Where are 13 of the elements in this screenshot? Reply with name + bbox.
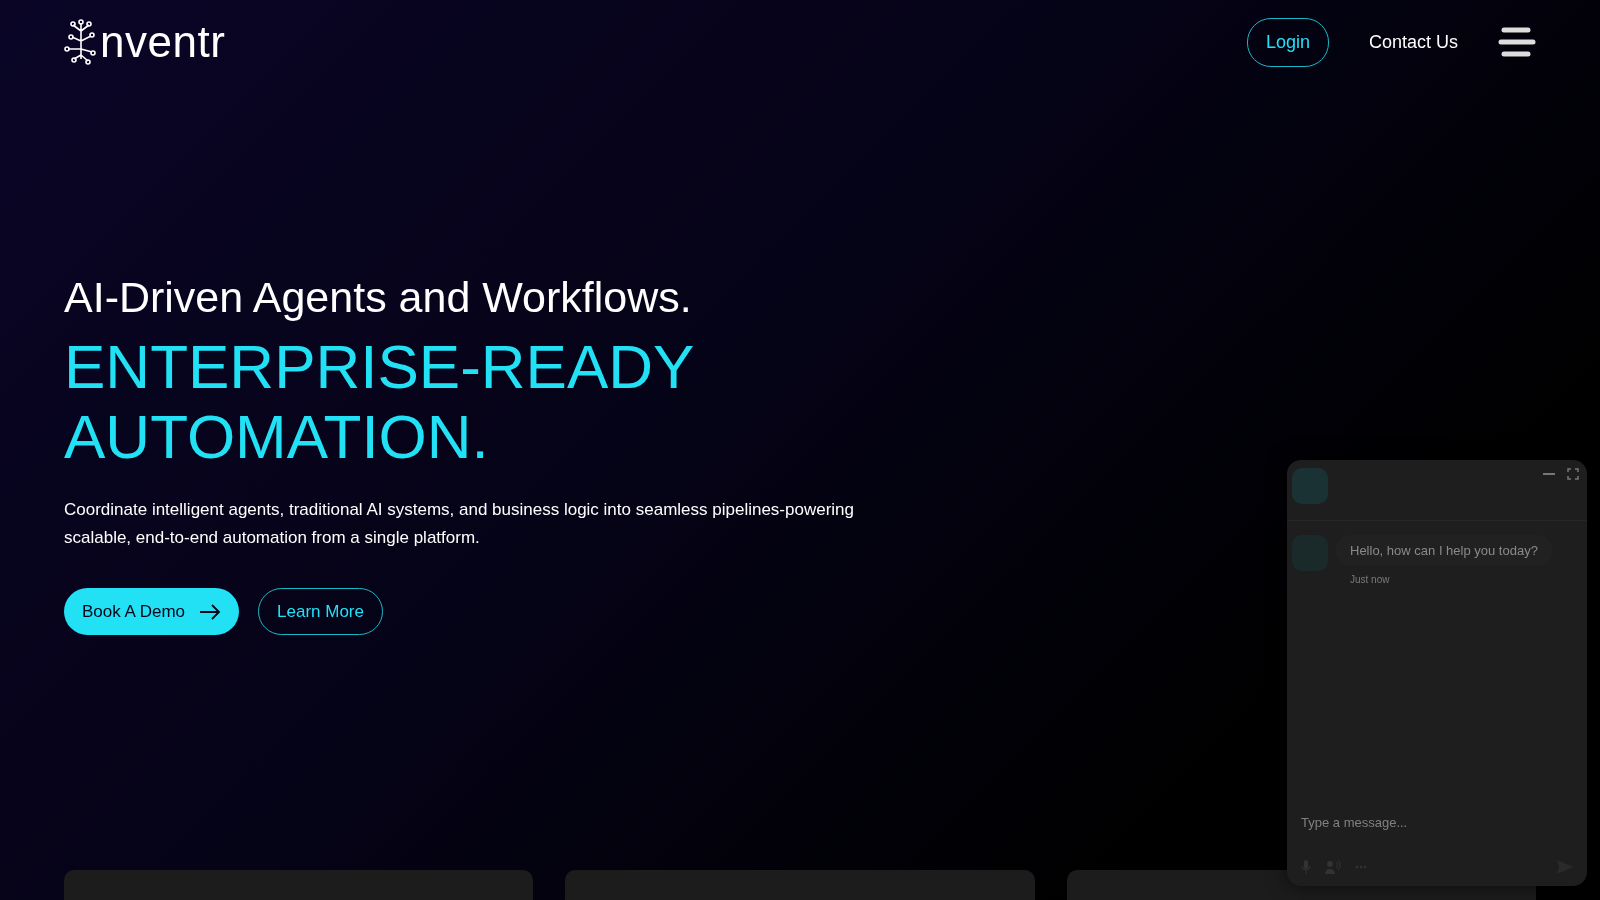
- login-button[interactable]: Login: [1246, 17, 1329, 67]
- fullscreen-icon[interactable]: [1567, 468, 1579, 480]
- demo-button[interactable]: Book A Demo: [64, 588, 239, 635]
- logo-tree-icon: [64, 19, 98, 65]
- nav-link[interactable]: Contact Us: [1368, 27, 1458, 57]
- hero-subtitle: AI-Driven Agents and Workflows.: [64, 273, 693, 322]
- arrow-right-icon: [199, 603, 221, 620]
- hero-description: Coordinate intelligent agents, traditional AI systems, and business logic into seamless pipelines-powering scalable, end-to-end automation from a single platform.: [64, 499, 855, 549]
- hero-title: ENTERPRISE-READY AUTOMATION.: [64, 332, 696, 472]
- logo-text[interactable]: nventr: [100, 20, 226, 64]
- message-time: Just now: [1350, 574, 1391, 585]
- menu-icon[interactable]: [1498, 27, 1536, 57]
- message-input[interactable]: Type a message...: [1297, 807, 1577, 838]
